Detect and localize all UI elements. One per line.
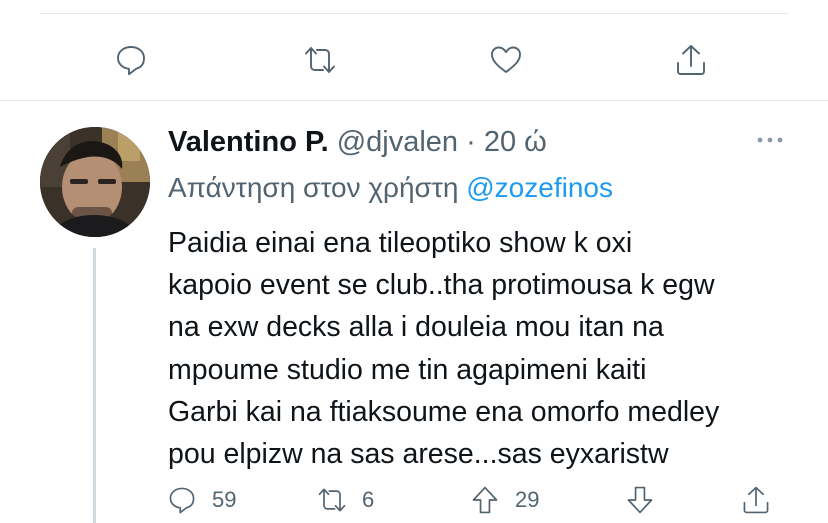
share-icon — [743, 486, 769, 514]
reply-button[interactable]: 59 — [166, 478, 236, 522]
arrow-up-icon — [472, 486, 498, 514]
tweet-header: Valentino P. @djvalen · 20 ώ — [168, 126, 547, 159]
meta-separator: · — [466, 126, 476, 158]
reply-context: Απάντηση στον χρήστη @zozefinos — [168, 172, 613, 204]
reply-button[interactable] — [109, 38, 153, 82]
author-handle[interactable]: @djvalen — [337, 126, 458, 158]
share-icon — [677, 45, 705, 75]
tweet-action-bar: 59 6 29 — [0, 478, 828, 522]
parent-tweet-action-bar — [0, 38, 828, 82]
section-divider — [0, 100, 828, 101]
top-divider — [40, 13, 788, 14]
retweet-button[interactable] — [298, 38, 342, 82]
author-name[interactable]: Valentino P. — [168, 126, 329, 158]
reply-icon — [117, 46, 145, 76]
tweet-text: Paidia einai ena tileoptiko show k oxi k… — [168, 227, 720, 471]
timestamp[interactable]: 20 ώ — [484, 126, 547, 158]
upvote-count: 29 — [515, 487, 540, 512]
share-button[interactable] — [669, 38, 713, 82]
retweet-icon — [305, 47, 335, 73]
downvote-button[interactable] — [624, 478, 656, 522]
reply-icon — [169, 487, 195, 514]
like-button[interactable] — [484, 38, 528, 82]
reply-prefix: Απάντηση στον χρήστη — [168, 172, 459, 203]
avatar[interactable] — [40, 127, 150, 237]
avatar-photo — [40, 127, 150, 237]
share-button[interactable] — [740, 478, 772, 522]
upvote-button[interactable]: 29 — [469, 478, 539, 522]
more-options-icon[interactable] — [752, 128, 788, 152]
reply-to-user-link[interactable]: @zozefinos — [466, 172, 613, 203]
arrow-down-icon — [627, 486, 653, 514]
reply-count: 59 — [212, 487, 237, 512]
retweet-icon — [318, 488, 346, 512]
heart-icon — [491, 46, 521, 73]
retweet-count: 6 — [362, 487, 375, 512]
retweet-button[interactable]: 6 — [316, 478, 374, 522]
